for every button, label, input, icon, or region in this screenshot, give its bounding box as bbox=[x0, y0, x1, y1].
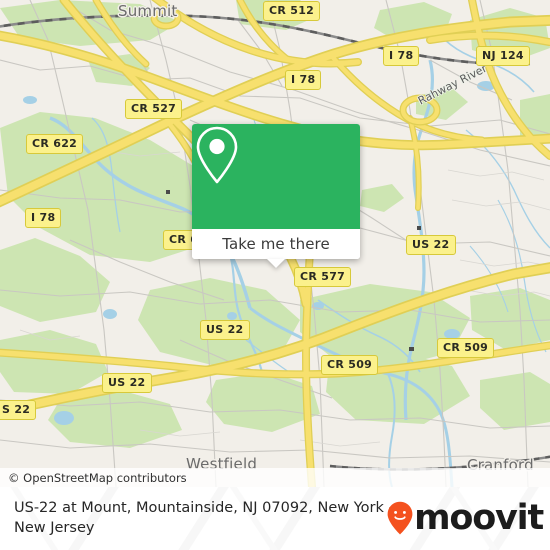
road-shield-cr-527[interactable]: CR 527 bbox=[125, 99, 183, 119]
road-shield-nj-124[interactable]: NJ 124 bbox=[476, 46, 530, 66]
road-shield-us-22-east[interactable]: US 22 bbox=[406, 235, 456, 255]
road-shield-us-22-mid[interactable]: US 22 bbox=[200, 320, 250, 340]
take-me-there-label: Take me there bbox=[222, 235, 330, 253]
moovit-wordmark: moovit bbox=[414, 498, 544, 538]
take-me-there-button[interactable]: Take me there bbox=[192, 229, 360, 259]
moovit-smiley-pin-icon bbox=[387, 501, 413, 535]
osm-attribution-text[interactable]: © OpenStreetMap contributors bbox=[0, 471, 187, 485]
road-shield-us-22-west[interactable]: US 22 bbox=[102, 373, 152, 393]
footer-bar: US-22 at Mount, Mountainside, NJ 07092, … bbox=[0, 487, 550, 550]
osm-attribution-bar: © OpenStreetMap contributors bbox=[0, 468, 550, 487]
road-shield-cr-509-mid[interactable]: CR 509 bbox=[321, 355, 379, 375]
road-shield-i-78-east[interactable]: I 78 bbox=[383, 46, 420, 66]
popup-tail-pointer bbox=[267, 259, 285, 268]
page-title: US-22 at Mount, Mountainside, NJ 07092, … bbox=[14, 500, 394, 536]
place-label-summit: Summit bbox=[118, 2, 178, 20]
road-shield-us-22-edge[interactable]: S 22 bbox=[0, 400, 37, 420]
moovit-logo[interactable]: moovit bbox=[387, 498, 544, 538]
road-shield-cr-622[interactable]: CR 622 bbox=[26, 134, 84, 154]
map-pin-icon bbox=[196, 126, 238, 184]
moovit-station-map-screenshot: Summit Westfield Cranford Rahway River C… bbox=[0, 0, 550, 550]
popup-header bbox=[192, 124, 360, 229]
road-shield-i-78-west[interactable]: I 78 bbox=[25, 208, 62, 228]
road-shield-i-78-mid[interactable]: I 78 bbox=[285, 70, 322, 90]
road-shield-cr-512[interactable]: CR 512 bbox=[263, 1, 321, 21]
take-me-there-popup[interactable]: Take me there bbox=[192, 124, 360, 268]
road-shield-cr-577[interactable]: CR 577 bbox=[294, 267, 352, 287]
road-shield-cr-509-east[interactable]: CR 509 bbox=[437, 338, 495, 358]
map-canvas[interactable]: Summit Westfield Cranford Rahway River C… bbox=[0, 0, 550, 487]
